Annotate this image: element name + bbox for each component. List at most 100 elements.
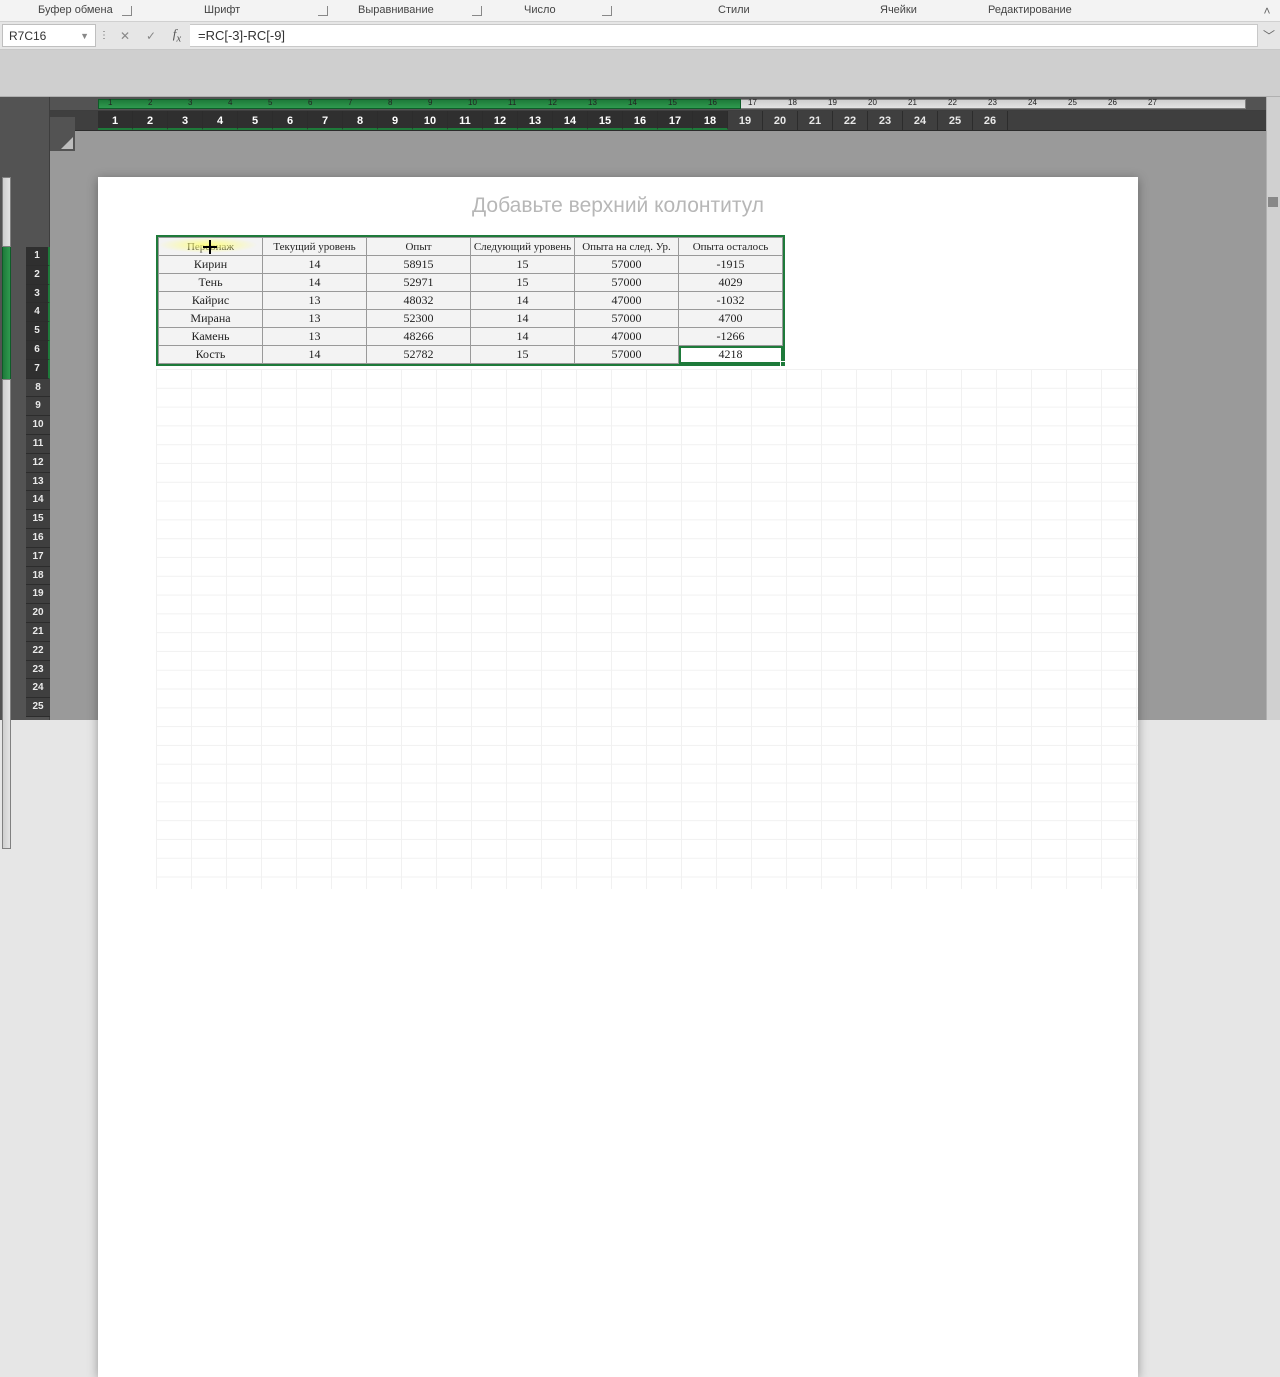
row-header[interactable]: 17 (26, 548, 50, 567)
column-header[interactable]: 1 (98, 111, 133, 130)
table-cell[interactable]: 4218 (679, 346, 783, 364)
table-cell[interactable]: 58915 (367, 256, 471, 274)
row-header[interactable]: 9 (26, 397, 50, 416)
table-row[interactable]: Мирана135230014570004700 (159, 310, 783, 328)
row-header[interactable]: 25 (26, 698, 50, 717)
table-header-cell[interactable]: Текущий уровень (263, 238, 367, 256)
row-header[interactable]: 20 (26, 604, 50, 623)
table-cell[interactable]: 15 (471, 274, 575, 292)
row-header[interactable]: 16 (26, 529, 50, 548)
table-cell[interactable]: Мирана (159, 310, 263, 328)
table-cell[interactable]: 48032 (367, 292, 471, 310)
selection-handle[interactable] (780, 361, 786, 367)
table-row[interactable]: Тень145297115570004029 (159, 274, 783, 292)
table-cell[interactable]: Тень (159, 274, 263, 292)
table-cell[interactable]: 52782 (367, 346, 471, 364)
table-cell[interactable]: 13 (263, 328, 367, 346)
table-cell[interactable]: Кирин (159, 256, 263, 274)
table-cell[interactable]: 14 (263, 256, 367, 274)
row-header[interactable]: 13 (26, 473, 50, 492)
row-header[interactable]: 18 (26, 567, 50, 586)
column-header[interactable]: 26 (973, 111, 1008, 130)
table-header-cell[interactable]: Опыта осталось (679, 238, 783, 256)
name-box-dropdown-icon[interactable]: ▼ (80, 31, 89, 41)
row-header[interactable]: 3 (26, 285, 50, 304)
column-header[interactable]: 19 (728, 111, 763, 130)
table-cell[interactable]: 47000 (575, 292, 679, 310)
dialog-launcher-icon[interactable] (472, 6, 482, 16)
scroll-up-icon[interactable] (1268, 197, 1278, 207)
column-header[interactable]: 21 (798, 111, 833, 130)
row-header[interactable]: 6 (26, 341, 50, 360)
row-header[interactable]: 14 (26, 491, 50, 510)
table-header-cell[interactable]: Опыта на след. Ур. (575, 238, 679, 256)
column-header[interactable]: 10 (413, 111, 448, 130)
table-cell[interactable]: 48266 (367, 328, 471, 346)
table-cell[interactable]: 15 (471, 346, 575, 364)
page[interactable]: Добавьте верхний колонтитул ПерсонажТеку… (98, 177, 1138, 1377)
table-row[interactable]: Кирин14589151557000-1915 (159, 256, 783, 274)
dialog-launcher-icon[interactable] (318, 6, 328, 16)
dialog-launcher-icon[interactable] (602, 6, 612, 16)
row-header[interactable]: 24 (26, 679, 50, 698)
table-cell[interactable]: 57000 (575, 310, 679, 328)
table-row[interactable]: Кайрис13480321447000-1032 (159, 292, 783, 310)
row-header[interactable]: 4 (26, 303, 50, 322)
table-cell[interactable]: 13 (263, 310, 367, 328)
column-header[interactable]: 4 (203, 111, 238, 130)
column-header[interactable]: 11 (448, 111, 483, 130)
table-header-cell[interactable]: Персонаж (159, 238, 263, 256)
row-header[interactable]: 8 (26, 379, 50, 398)
table-cell[interactable]: -1266 (679, 328, 783, 346)
horizontal-ruler[interactable]: 1234567891011121314151617181920212223242… (50, 97, 1266, 111)
column-header[interactable]: 8 (343, 111, 378, 130)
row-header[interactable]: 5 (26, 322, 50, 341)
column-header[interactable]: 18 (693, 111, 728, 130)
table-cell[interactable]: 15 (471, 256, 575, 274)
table-cell[interactable]: Кость (159, 346, 263, 364)
column-header[interactable]: 24 (903, 111, 938, 130)
row-header[interactable]: 22 (26, 642, 50, 661)
table-cell[interactable]: 52300 (367, 310, 471, 328)
dialog-launcher-icon[interactable] (122, 6, 132, 16)
column-header[interactable]: 7 (308, 111, 343, 130)
column-header[interactable]: 12 (483, 111, 518, 130)
page-header-placeholder[interactable]: Добавьте верхний колонтитул (98, 177, 1138, 235)
collapse-ribbon-chevron[interactable]: ˄ (1260, 4, 1274, 18)
select-all-triangle[interactable] (50, 117, 75, 151)
column-header[interactable]: 9 (378, 111, 413, 130)
table-cell[interactable]: 57000 (575, 256, 679, 274)
name-box[interactable]: R7C16 ▼ (2, 24, 96, 47)
table-cell[interactable]: 13 (263, 292, 367, 310)
table-cell[interactable]: -1032 (679, 292, 783, 310)
table-cell[interactable]: 14 (471, 328, 575, 346)
row-header[interactable]: 12 (26, 454, 50, 473)
table-cell[interactable]: -1915 (679, 256, 783, 274)
table-cell[interactable]: 57000 (575, 346, 679, 364)
column-header[interactable]: 3 (168, 111, 203, 130)
table-header-cell[interactable]: Опыт (367, 238, 471, 256)
column-header[interactable]: 25 (938, 111, 973, 130)
column-header[interactable]: 13 (518, 111, 553, 130)
column-header[interactable]: 23 (868, 111, 903, 130)
row-header[interactable]: 15 (26, 510, 50, 529)
column-header[interactable]: 15 (588, 111, 623, 130)
table-row[interactable]: Кость145278215570004218 (159, 346, 783, 364)
data-table[interactable]: ПерсонажТекущий уровеньОпытСледующий уро… (156, 235, 785, 366)
table-cell[interactable]: 4700 (679, 310, 783, 328)
column-header[interactable]: 17 (658, 111, 693, 130)
column-header[interactable]: 22 (833, 111, 868, 130)
insert-function-button[interactable]: fx (164, 22, 190, 49)
table-cell[interactable]: 14 (263, 346, 367, 364)
column-header[interactable]: 2 (133, 111, 168, 130)
vertical-scrollbar[interactable] (1266, 97, 1280, 720)
row-header[interactable]: 10 (26, 416, 50, 435)
row-header[interactable]: 1 (26, 247, 50, 266)
row-header[interactable]: 23 (26, 661, 50, 680)
column-header[interactable]: 5 (238, 111, 273, 130)
table-cell[interactable]: 14 (471, 310, 575, 328)
column-header[interactable]: 6 (273, 111, 308, 130)
row-header[interactable]: 7 (26, 360, 50, 379)
row-header[interactable]: 19 (26, 585, 50, 604)
row-header[interactable]: 21 (26, 623, 50, 642)
